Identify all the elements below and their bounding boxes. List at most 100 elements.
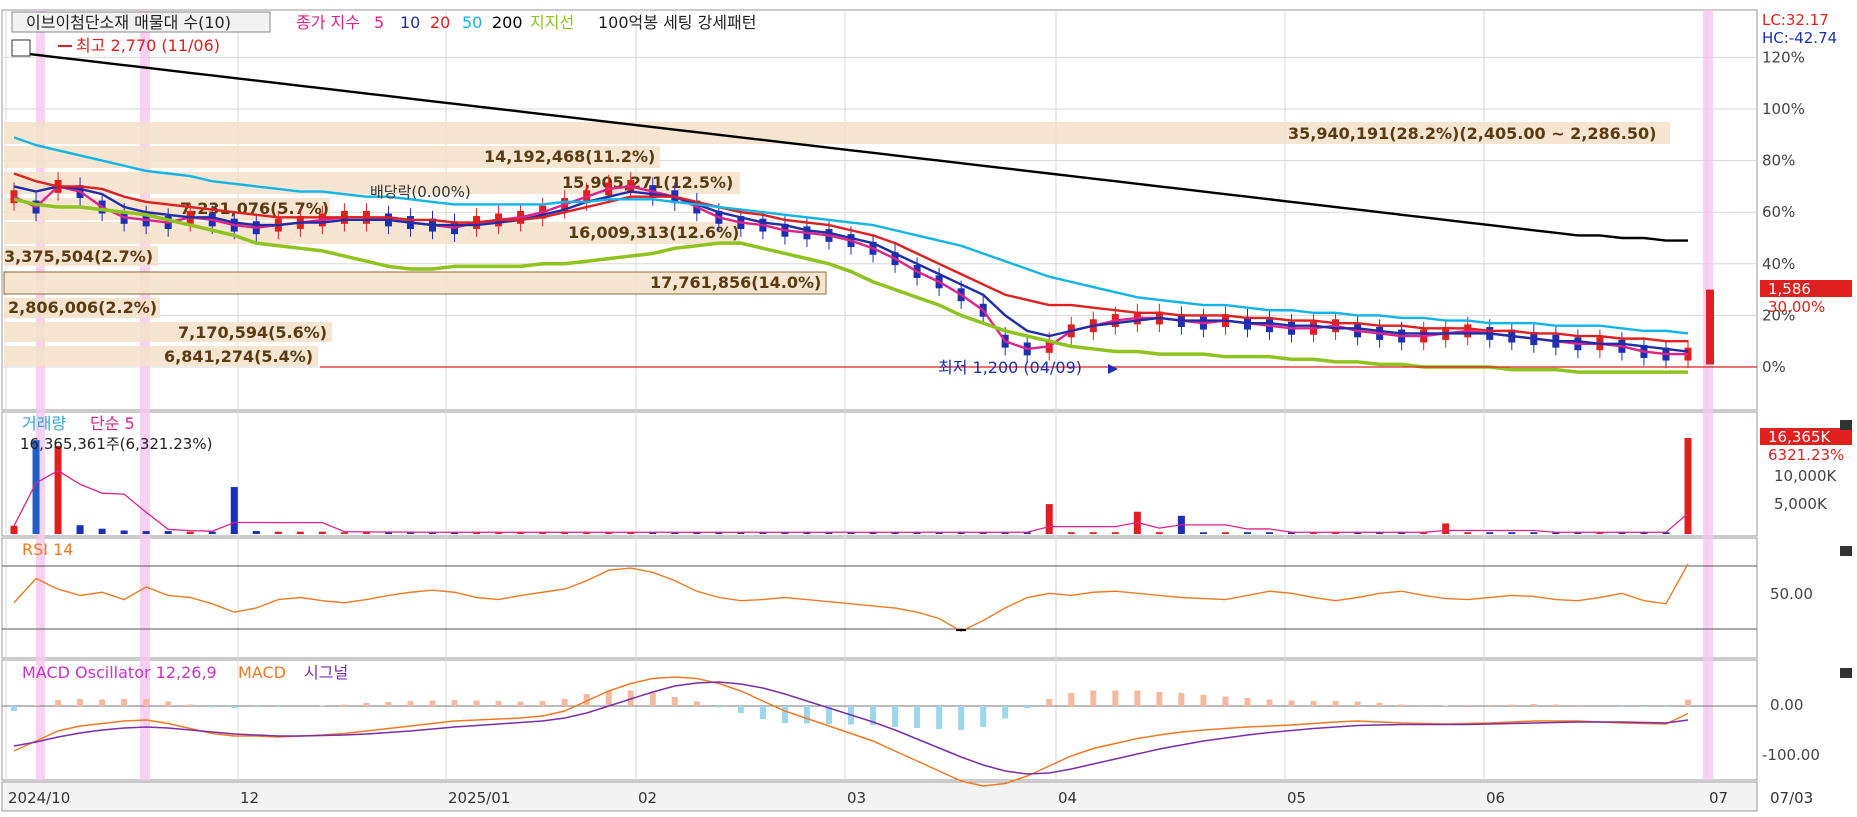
volume-bar: [1508, 532, 1516, 534]
rsi-panel-frame: [1, 537, 1758, 659]
volume-panel-frame: [1, 411, 1758, 537]
rsi-title: RSI 14: [22, 540, 73, 559]
volume-profile-label: 35,940,191(28.2%)(2,405.00 ~ 2,286.50): [1288, 124, 1656, 143]
volume-bar: [186, 531, 194, 534]
macd-osc-bar: [1046, 699, 1053, 706]
volume-y-label: 5,000K: [1774, 495, 1828, 513]
macd-osc-bar: [99, 699, 106, 706]
macd-osc-bar: [1486, 705, 1493, 706]
macd-osc-bar: [143, 699, 150, 706]
close-icon[interactable]: [1840, 668, 1852, 678]
x-axis-label: 03: [847, 789, 866, 807]
volume-bar: [252, 531, 260, 534]
macd-osc-bar: [958, 706, 965, 730]
volume-profile-label: 16,009,313(12.6%): [568, 223, 739, 242]
indicator-label: 100억봉 세팅 강세패턴: [598, 13, 756, 32]
volume-profile-label: 7,170,594(5.6%): [178, 323, 327, 342]
volume-bar: [1486, 532, 1494, 534]
x-axis-label: 12: [240, 789, 259, 807]
x-axis-label: 2025/01: [448, 789, 510, 807]
y-axis-label: 80%: [1762, 152, 1795, 170]
macd-osc-bar: [1442, 705, 1449, 706]
macd-osc-bar: [517, 701, 524, 706]
macd-osc-bar: [1530, 704, 1537, 706]
volume-profile-label: 6,841,274(5.4%): [164, 347, 313, 366]
macd-osc-bar: [407, 701, 414, 706]
macd-osc-bar: [1090, 690, 1097, 706]
close-icon[interactable]: [1840, 546, 1852, 556]
volume-bar: [1045, 504, 1053, 534]
macd-osc-bar: [1156, 692, 1163, 706]
macd-osc-bar: [1134, 690, 1141, 706]
macd-osc-bar: [1288, 700, 1295, 706]
volume-ma-label: 단순 5: [90, 414, 135, 433]
macd-y-label: -100.00: [1762, 746, 1820, 764]
close-icon[interactable]: [1840, 420, 1852, 430]
macd-osc-bar: [275, 706, 282, 707]
event-band: [1703, 10, 1713, 780]
volume-bar: [340, 532, 348, 534]
volume-bar: [1442, 523, 1450, 534]
macd-osc-bar: [1112, 690, 1119, 706]
macd-osc-bar: [1024, 706, 1031, 708]
volume-info: 16,365,361주(6,321.23%): [20, 435, 212, 453]
y-axis-label: 60%: [1762, 203, 1795, 221]
volume-bar: [1155, 532, 1163, 534]
macd-osc-bar: [715, 706, 722, 708]
volume-title: 거래량: [22, 414, 66, 433]
x-axis-label: 02: [638, 789, 657, 807]
macd-osc-bar: [1266, 699, 1273, 706]
indicator-label: 50: [462, 13, 482, 32]
volume-bar: [274, 531, 282, 534]
x-axis-label: 06: [1486, 789, 1505, 807]
macd-osc-bar: [759, 706, 766, 719]
macd-osc-bar: [781, 706, 788, 723]
volume-bar: [120, 530, 128, 534]
macd-osc-title: MACD Oscillator 12,26,9: [22, 663, 217, 682]
rsi-oversold-fill: [956, 629, 967, 632]
indicator-label: 지지선: [530, 13, 574, 32]
volume-bar: [54, 446, 62, 534]
macd-osc-bar: [1222, 696, 1229, 706]
macd-osc-bar: [1398, 704, 1405, 706]
volume-bar: [1464, 532, 1472, 534]
x-axis-label: 2024/10: [8, 789, 70, 807]
macd-osc-bar: [1640, 706, 1647, 707]
macd-osc-bar: [892, 706, 899, 727]
macd-y-label: 0.00: [1770, 696, 1803, 714]
macd-osc-bar: [33, 705, 40, 706]
macd-title: MACD: [238, 663, 286, 682]
macd-osc-bar: [1178, 693, 1185, 706]
macd-osc-bar: [914, 706, 921, 728]
macd-osc-bar: [187, 704, 194, 706]
macd-osc-bar: [737, 706, 744, 713]
rsi-y-label: 50.00: [1770, 585, 1813, 603]
macd-osc-bar: [649, 692, 656, 706]
y-axis-label: 100%: [1762, 100, 1805, 118]
table-icon[interactable]: [11, 39, 31, 57]
volume-bar: [1243, 532, 1251, 534]
macd-osc-bar: [341, 704, 348, 706]
stock-chart[interactable]: 35,940,191(28.2%)(2,405.00 ~ 2,286.50) 14…: [0, 0, 1857, 813]
volume-bar: [1089, 532, 1097, 534]
macd-osc-bar: [980, 706, 987, 727]
volume-bar: [1221, 532, 1229, 534]
volume-bar: [230, 487, 238, 534]
macd-osc-bar: [209, 706, 216, 708]
right-info-hc: HC:-42.74: [1762, 29, 1837, 47]
volume-bar: [1199, 532, 1207, 534]
macd-osc-bar: [1354, 701, 1361, 706]
macd-osc-bar: [11, 706, 17, 711]
volume-bar: [10, 525, 18, 534]
signal-title: 시그널: [304, 663, 348, 682]
volume-bar: [76, 525, 84, 534]
y-axis-label: 0%: [1762, 358, 1786, 376]
volume-profile-label: 14,192,468(11.2%): [484, 147, 655, 166]
right-info-lc: LC:32.17: [1762, 11, 1829, 29]
volume-bar: [142, 531, 150, 534]
macd-osc-bar: [1244, 698, 1251, 706]
macd-osc-bar: [561, 699, 568, 706]
stock-name: 이브이첨단소재 매물대 수(10): [26, 13, 231, 32]
low-marker: 최저 1,200 (04/09): [938, 358, 1082, 377]
macd-osc-bar: [1662, 706, 1669, 707]
